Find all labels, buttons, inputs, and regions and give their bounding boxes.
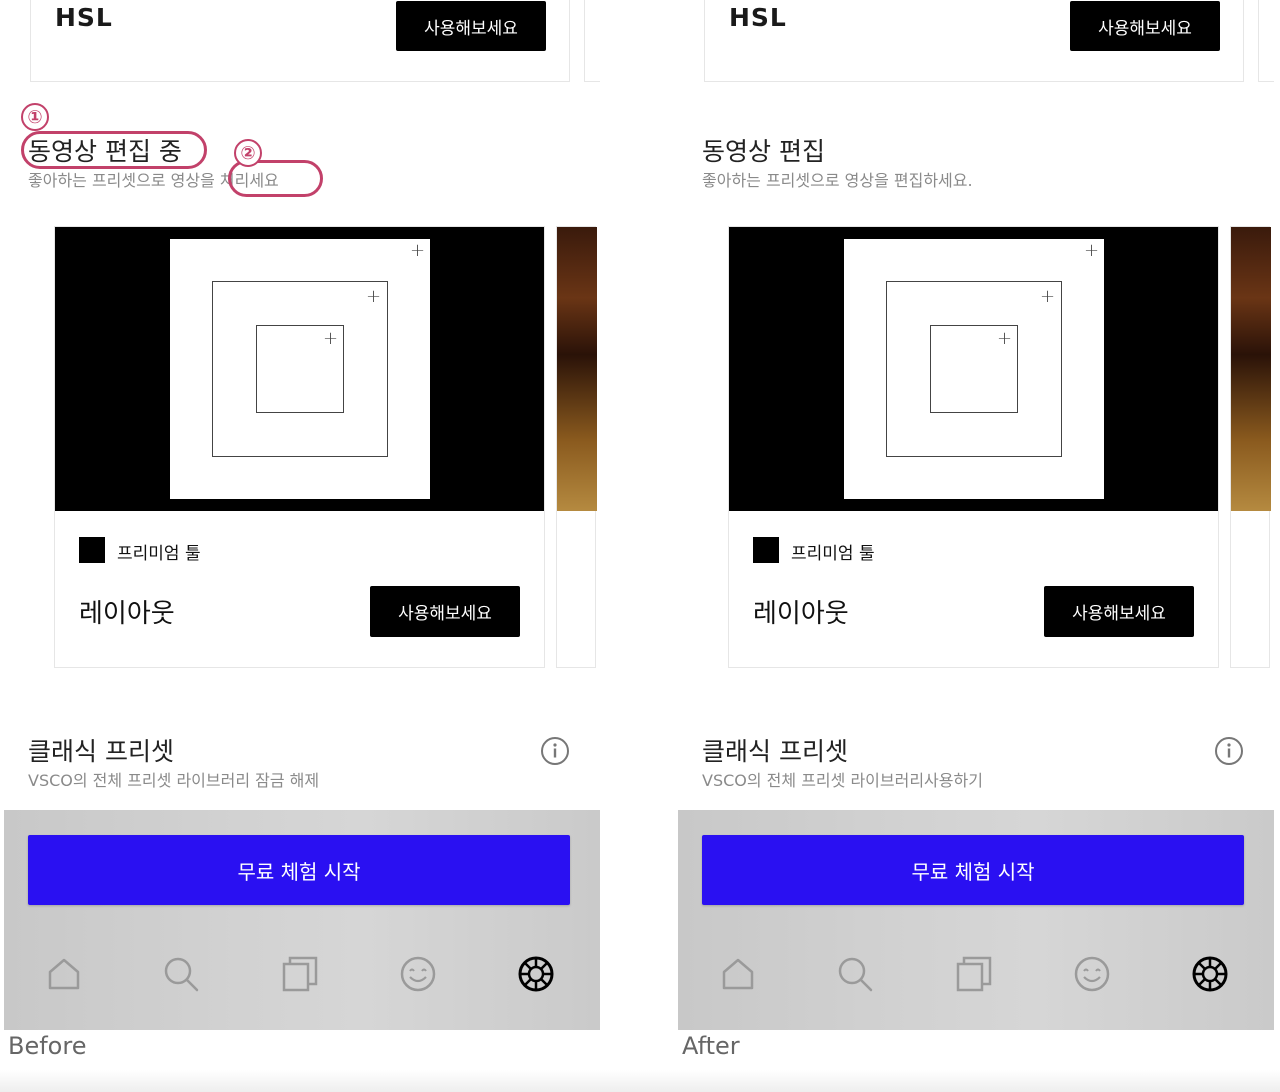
bottom-bar: 무료 체험 시작 <box>678 810 1274 1030</box>
info-icon[interactable] <box>540 736 570 766</box>
plus-icon: + <box>366 286 382 307</box>
layout-try-button[interactable]: 사용해보세요 <box>1044 586 1194 637</box>
bottom-bar: 무료 체험 시작 <box>4 810 600 1030</box>
next-tool-card-peek[interactable] <box>556 226 597 668</box>
classic-presets-subtitle: VSCO의 전체 프리셋 라이브러리사용하기 <box>702 771 983 790</box>
next-tool-preview-image <box>557 227 597 511</box>
after-panel: HSL 사용해보세요 동영상 편집 좋아하는 프리셋으로 영상을 편집하세요. … <box>678 0 1274 1030</box>
info-icon[interactable] <box>1214 736 1244 766</box>
plus-icon: + <box>410 240 426 261</box>
classic-presets-title: 클래식 프리셋 <box>702 737 848 766</box>
layout-preview-image: + + + <box>729 227 1218 511</box>
plus-icon: + <box>1084 240 1100 261</box>
premium-tool-label: 프리미엄 툴 <box>117 544 201 564</box>
presets-wheel-icon[interactable] <box>1190 954 1230 994</box>
search-icon[interactable] <box>835 954 875 994</box>
hsl-card: HSL 사용해보세요 <box>30 0 570 82</box>
free-trial-button[interactable]: 무료 체험 시작 <box>702 835 1244 905</box>
search-icon[interactable] <box>161 954 201 994</box>
next-tool-preview-image <box>1231 227 1271 511</box>
annotation-number-1: ① <box>21 103 49 131</box>
home-icon[interactable] <box>44 954 84 994</box>
layout-tool-name: 레이아웃 <box>79 599 175 629</box>
plus-icon: + <box>1040 286 1056 307</box>
hsl-try-button[interactable]: 사용해보세요 <box>1070 1 1220 51</box>
next-card-peek <box>584 0 600 82</box>
video-editing-subtitle: 좋아하는 프리셋으로 영상을 편집하세요. <box>702 171 973 190</box>
premium-tool-label: 프리미엄 툴 <box>791 544 875 564</box>
smile-icon[interactable] <box>398 954 438 994</box>
layout-try-button[interactable]: 사용해보세요 <box>370 586 520 637</box>
premium-badge-icon <box>753 537 779 563</box>
library-icon[interactable] <box>280 954 320 994</box>
layout-tool-card[interactable]: + + + 프리미엄 툴 레이아웃 사용해보세요 <box>728 226 1219 668</box>
library-icon[interactable] <box>954 954 994 994</box>
layout-tool-card[interactable]: + + + 프리미엄 툴 레이아웃 사용해보세요 <box>54 226 545 668</box>
plus-icon: + <box>997 328 1013 349</box>
next-card-peek <box>1258 0 1274 82</box>
annotation-oval-1 <box>21 131 207 169</box>
hsl-title: HSL <box>729 3 787 32</box>
home-icon[interactable] <box>718 954 758 994</box>
next-tool-card-peek[interactable] <box>1230 226 1271 668</box>
premium-badge-icon <box>79 537 105 563</box>
hsl-card: HSL 사용해보세요 <box>704 0 1244 82</box>
classic-presets-title: 클래식 프리셋 <box>28 737 174 766</box>
hsl-title: HSL <box>55 3 113 32</box>
before-caption: Before <box>8 1032 87 1060</box>
classic-presets-subtitle: VSCO의 전체 프리셋 라이브러리 잠금 해제 <box>28 771 320 790</box>
layout-preview-image: + + + <box>55 227 544 511</box>
smile-icon[interactable] <box>1072 954 1112 994</box>
hsl-try-button[interactable]: 사용해보세요 <box>396 1 546 51</box>
video-editing-title: 동영상 편집 <box>702 137 825 166</box>
plus-icon: + <box>323 328 339 349</box>
after-caption: After <box>682 1032 740 1060</box>
footer-fade <box>0 1070 1280 1092</box>
layout-tool-name: 레이아웃 <box>753 599 849 629</box>
free-trial-button[interactable]: 무료 체험 시작 <box>28 835 570 905</box>
presets-wheel-icon[interactable] <box>516 954 556 994</box>
annotation-number-2: ② <box>234 139 262 167</box>
